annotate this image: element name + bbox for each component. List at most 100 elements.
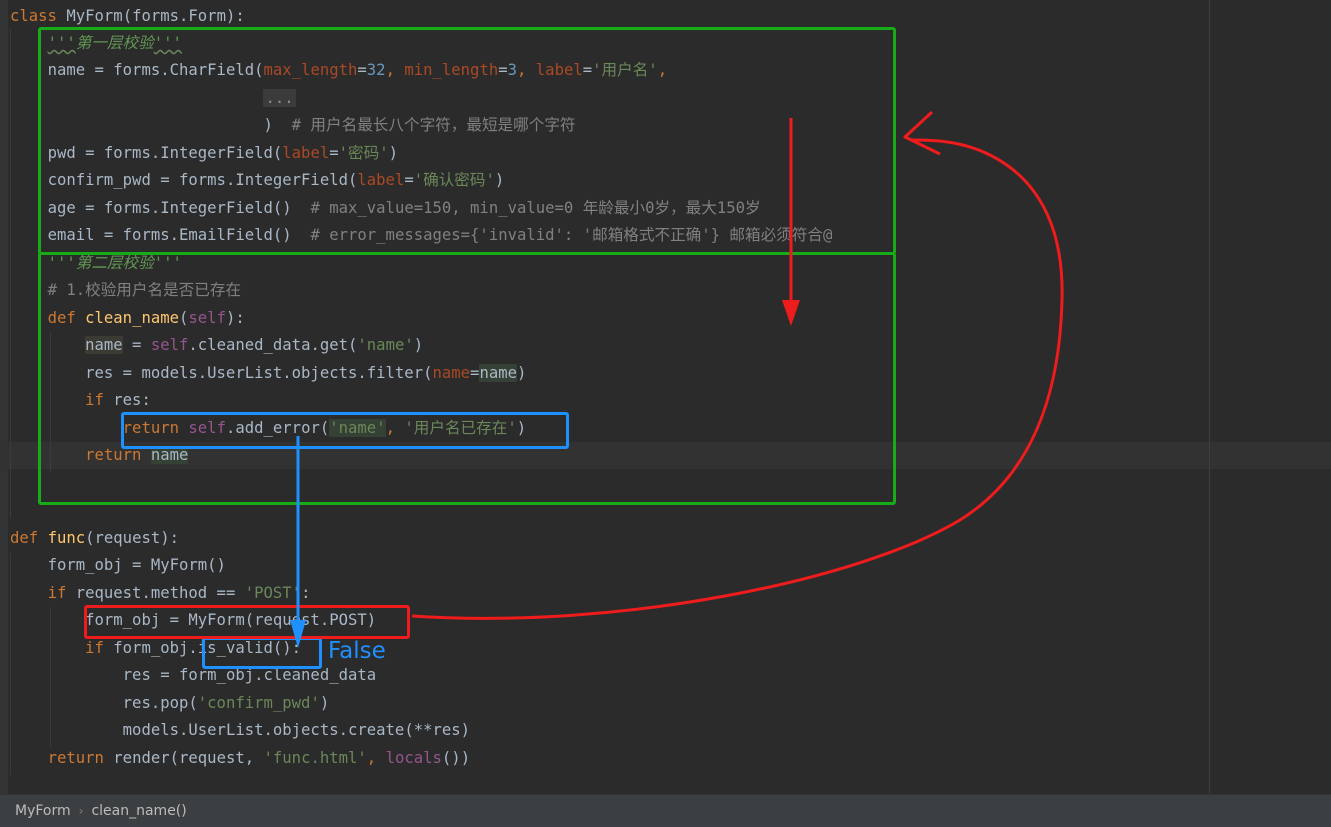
- right-margin-guide: [1209, 0, 1210, 794]
- code-text: :: [301, 584, 311, 602]
- code-text: res = form_obj.cleaned_data: [122, 666, 377, 684]
- keyword: return: [85, 446, 142, 464]
- code-text: form_obj = MyForm(request.POST): [85, 611, 377, 629]
- false-annotation-label: False: [328, 638, 386, 664]
- editor-gutter[interactable]: [0, 0, 8, 794]
- code-line[interactable]: return name: [10, 442, 189, 469]
- code-line[interactable]: form_obj = MyForm(request.POST): [10, 607, 376, 634]
- current-line-highlight: [0, 442, 1331, 469]
- code-line[interactable]: res = form_obj.cleaned_data: [10, 662, 376, 689]
- code-line[interactable]: if res:: [10, 387, 151, 414]
- self-keyword: self: [188, 419, 226, 437]
- code-line[interactable]: if form_obj.is_valid():: [10, 635, 301, 662]
- code-text: confirm_pwd = forms.IntegerField(: [47, 171, 358, 189]
- keyword: def: [47, 309, 76, 327]
- operator: =: [122, 336, 151, 354]
- operator: =: [329, 144, 339, 162]
- keyword-arg: label: [535, 61, 583, 79]
- string-literal: '用户名': [592, 61, 658, 79]
- code-line[interactable]: res = models.UserList.objects.filter( nam…: [10, 360, 526, 387]
- code-text: ): [263, 116, 273, 134]
- string-literal: 'POST': [244, 584, 302, 602]
- docstring-text: 第一层校验: [75, 34, 154, 52]
- string-literal: '密码': [338, 144, 389, 162]
- code-text: .cleaned_data.get(: [188, 336, 358, 354]
- comma: ,: [657, 61, 668, 79]
- keyword-arg: label: [357, 171, 405, 189]
- builtin-function: locals: [385, 749, 442, 767]
- string-literal: 'name': [329, 419, 386, 437]
- variable-name: name: [479, 364, 517, 382]
- string-literal: 'confirm_pwd': [197, 694, 320, 712]
- code-line[interactable]: pwd = forms.IntegerField(label='密码'): [10, 140, 398, 167]
- keyword: if: [85, 639, 104, 657]
- folded-code-placeholder[interactable]: ...: [263, 89, 296, 107]
- code-text: models.UserList.objects.create(**res): [122, 721, 471, 739]
- code-line[interactable]: return self.add_error('name', '用户名已存在'): [10, 415, 526, 442]
- code-text: res.pop(: [122, 694, 198, 712]
- comma: ,: [385, 419, 405, 437]
- breadcrumb-item-class[interactable]: MyForm: [0, 803, 79, 819]
- code-line[interactable]: # 1.校验用户名是否已存在: [10, 277, 242, 304]
- code-text: .add_error(: [225, 419, 330, 437]
- comma: ,: [517, 61, 536, 79]
- code-text: form_obj.is_valid():: [103, 639, 302, 657]
- code-text: (request):: [85, 529, 180, 547]
- code-line[interactable]: ) # 用户名最长八个字符，最短是哪个字符: [10, 112, 575, 139]
- code-text: email = forms.EmailField(): [47, 226, 292, 244]
- comment: # max_value=150, min_value=0 年龄最小0岁，最大15…: [291, 199, 761, 217]
- keyword: def: [10, 529, 39, 547]
- code-text: pwd = forms.IntegerField(: [47, 144, 283, 162]
- code-line[interactable]: def func(request):: [10, 525, 179, 552]
- code-line[interactable]: age = forms.IntegerField() # max_value=1…: [10, 195, 761, 222]
- code-line[interactable]: '''第二层校验''': [10, 250, 182, 277]
- code-text: ): [494, 171, 505, 189]
- string-literal: '用户名已存在': [404, 419, 517, 437]
- code-text: res:: [103, 391, 151, 409]
- operator: =: [357, 61, 367, 79]
- code-text: (: [179, 309, 189, 327]
- code-line[interactable]: res.pop('confirm_pwd'): [10, 690, 330, 717]
- breadcrumb-item-method[interactable]: clean_name(): [83, 803, 194, 819]
- code-line[interactable]: class MyForm(forms.Form):: [10, 3, 245, 30]
- code-line[interactable]: '''第一层校验''': [10, 30, 182, 57]
- code-line[interactable]: email = forms.EmailField() # error_messa…: [10, 222, 833, 249]
- number-literal: 3: [507, 61, 518, 79]
- code-line[interactable]: name = forms.CharField(max_length=32, mi…: [10, 57, 668, 84]
- code-line[interactable]: ...: [10, 85, 296, 112]
- code-text: res = models.UserList.objects.filter(: [85, 364, 433, 382]
- keyword: class: [10, 7, 57, 25]
- code-text: request.method ==: [66, 584, 245, 602]
- breadcrumb: MyForm › clean_name(): [0, 794, 1331, 827]
- code-text: ):: [225, 309, 245, 327]
- keyword-arg: label: [282, 144, 330, 162]
- code-line[interactable]: form_obj = MyForm(): [10, 552, 226, 579]
- code-text: form_obj = MyForm(): [47, 556, 226, 574]
- docstring-text: '''第二层校验''': [47, 254, 182, 272]
- operator: =: [582, 61, 593, 79]
- code-line[interactable]: def clean_name(self):: [10, 305, 245, 332]
- code-text: age = forms.IntegerField(): [47, 199, 292, 217]
- variable-name: name: [150, 446, 189, 464]
- code-line[interactable]: return render(request, 'func.html', loca…: [10, 745, 471, 772]
- code-line[interactable]: name = self.cleaned_data.get('name'): [10, 332, 423, 359]
- code-line[interactable]: models.UserList.objects.create(**res): [10, 717, 470, 744]
- comma: ,: [366, 749, 386, 767]
- function-name: func: [47, 529, 86, 547]
- variable-name: name: [85, 336, 123, 354]
- class-name: MyForm: [66, 7, 123, 25]
- keyword: if: [47, 584, 67, 602]
- comma: ,: [385, 61, 405, 79]
- code-text: ): [516, 419, 527, 437]
- string-literal: 'name': [357, 336, 414, 354]
- operator: =: [404, 171, 414, 189]
- keyword-arg: min_length: [404, 61, 499, 79]
- comment: # error_messages={'invalid': '邮箱格式不正确'} …: [291, 226, 833, 244]
- code-text: name = forms.CharField(: [47, 61, 264, 79]
- code-editor[interactable]: class MyForm(forms.Form): '''第一层校验''' na…: [0, 0, 1331, 794]
- code-text: (forms.Form):: [122, 7, 245, 25]
- comment: # 1.校验用户名是否已存在: [47, 281, 242, 299]
- code-line[interactable]: confirm_pwd = forms.IntegerField(label='…: [10, 167, 505, 194]
- code-line[interactable]: if request.method == 'POST':: [10, 580, 311, 607]
- keyword: return: [122, 419, 180, 437]
